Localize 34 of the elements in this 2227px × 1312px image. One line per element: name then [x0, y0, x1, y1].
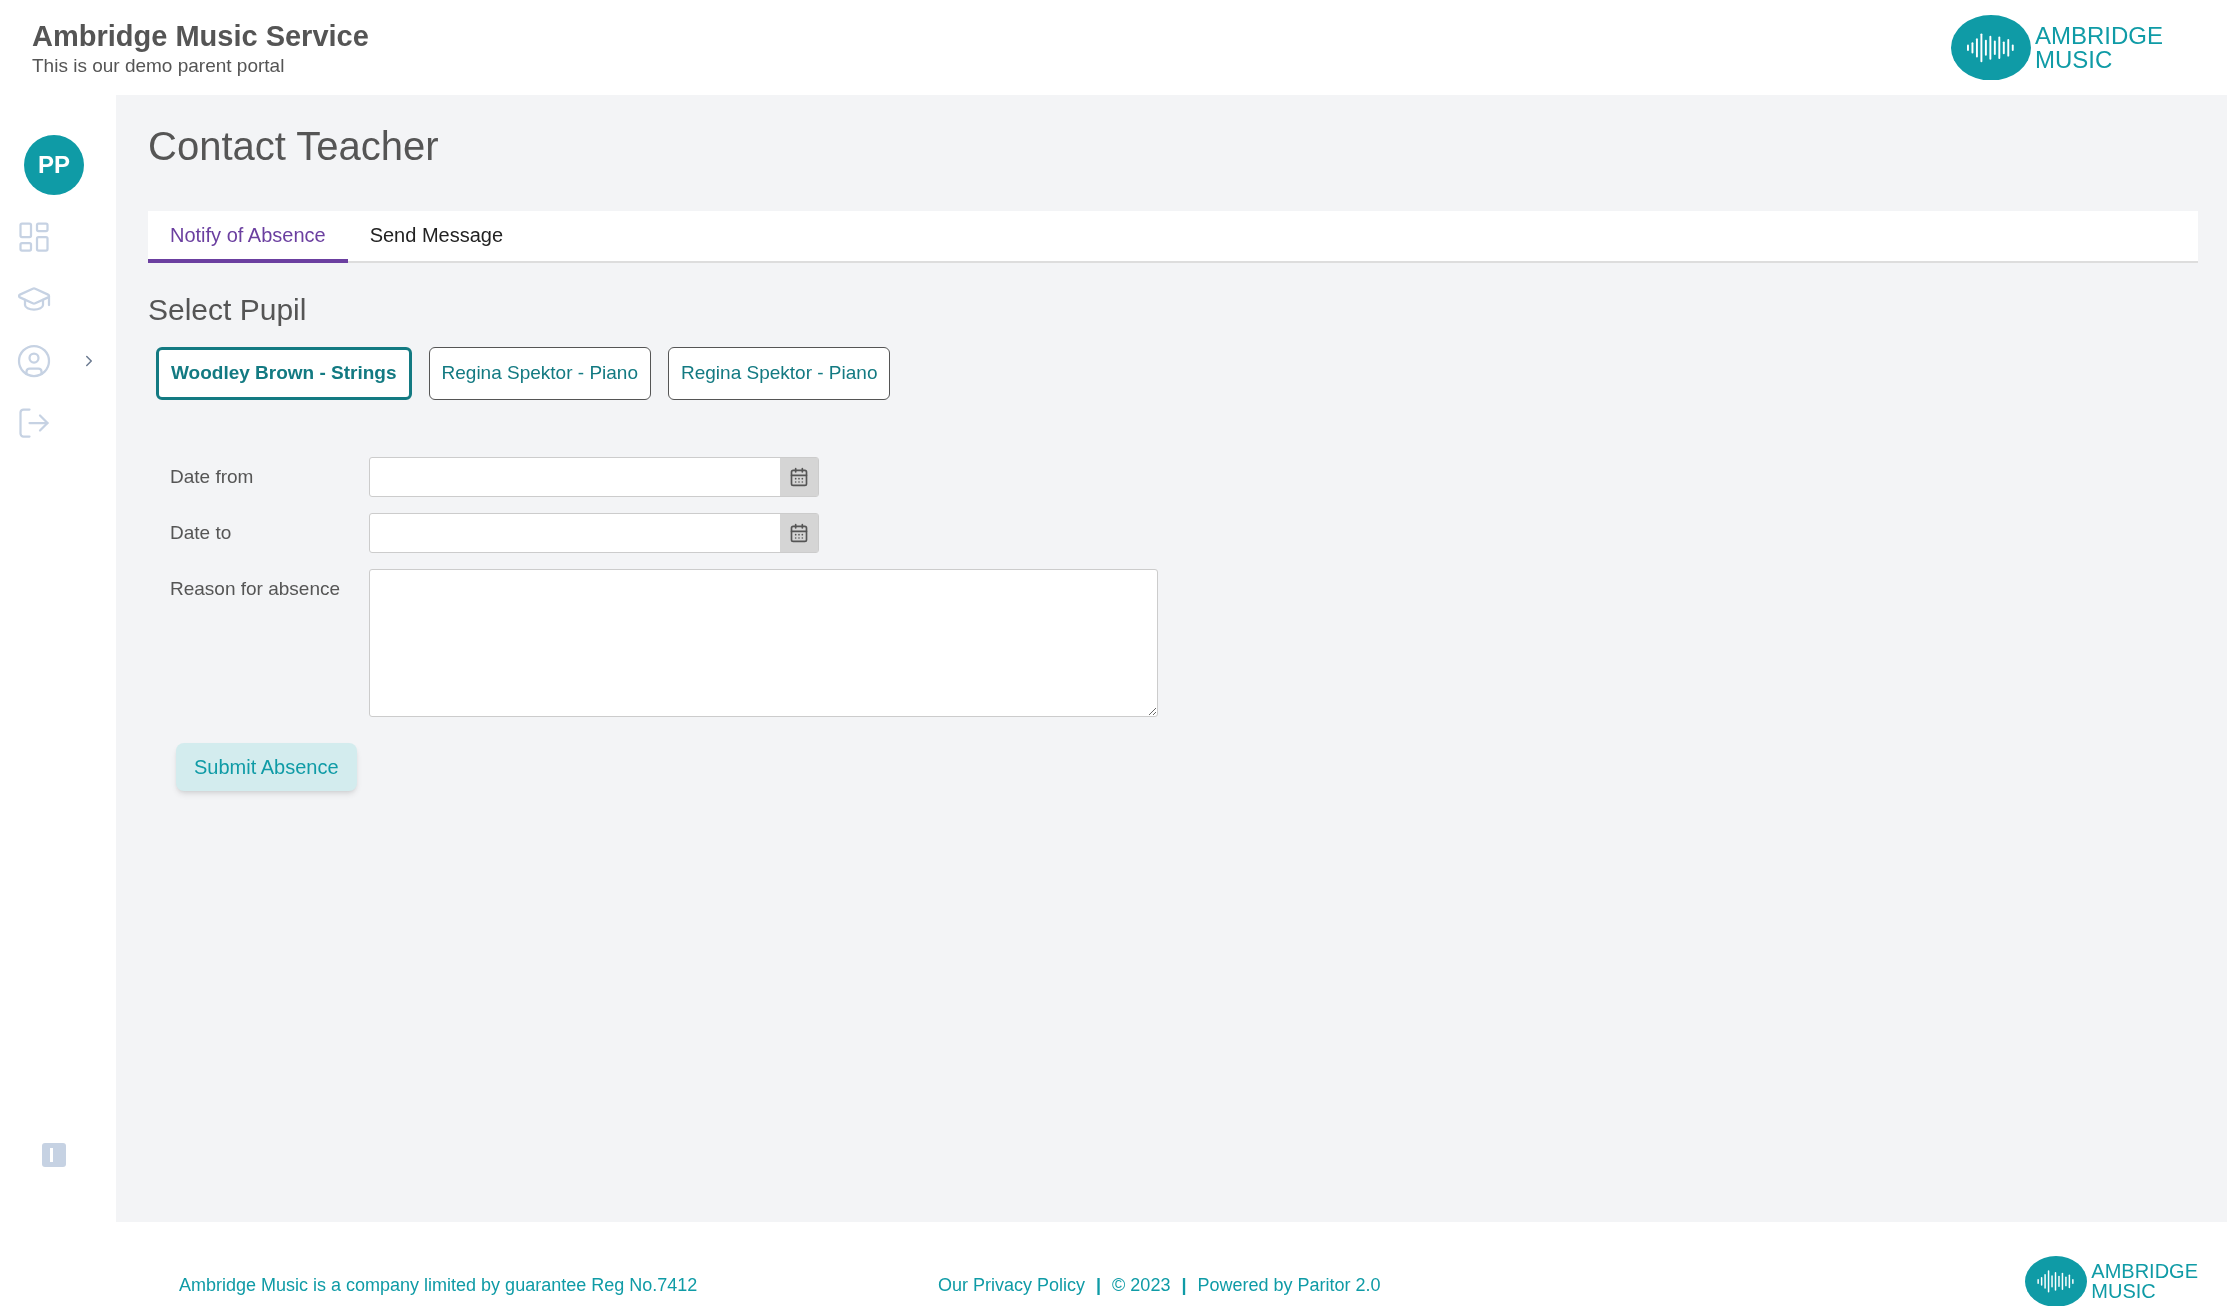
separator-text: | — [1096, 1273, 1102, 1297]
dashboard-icon[interactable] — [16, 219, 52, 255]
pupil-button[interactable]: Woodley Brown - Strings — [156, 347, 412, 400]
user-icon[interactable] — [16, 343, 52, 379]
tab[interactable]: Notify of Absence — [148, 211, 348, 263]
pupil-button[interactable]: Regina Spektor - Piano — [428, 347, 651, 400]
footer-text: Powered by Paritor 2.0 — [1197, 1273, 1381, 1297]
privacy-link[interactable]: Our Privacy Policy — [938, 1271, 1086, 1299]
reason-textarea[interactable] — [369, 569, 1158, 717]
logo-text: AMBRIDGE — [2091, 1261, 2198, 1281]
company-info: Ambridge Music is a company limited by guarantee Reg No.7412 — [179, 1273, 699, 1297]
field-label: Reason for absence — [170, 577, 342, 601]
logo-text: MUSIC — [2035, 47, 2114, 72]
section-title: Select Pupil — [148, 292, 308, 328]
logo-wave-icon — [1951, 14, 2031, 81]
field-label: Date from — [170, 465, 255, 489]
submit-button[interactable]: Submit Absence — [176, 743, 357, 791]
logo-wave-icon — [2025, 1255, 2088, 1307]
app-subtitle: This is our demo parent portal — [32, 53, 286, 78]
calendar-icon[interactable] — [789, 523, 809, 543]
logo-text: AMBRIDGE — [2035, 23, 2163, 48]
user-avatar[interactable]: PP — [24, 135, 84, 195]
panel-toggle-icon[interactable] — [42, 1143, 66, 1167]
footer-text: © 2023 — [1112, 1273, 1171, 1297]
logo-text: MUSIC — [2091, 1281, 2157, 1301]
field-label: Date to — [170, 521, 233, 545]
pupil-button[interactable]: Regina Spektor - Piano — [668, 347, 891, 400]
separator-text: | — [1181, 1273, 1187, 1297]
calendar-icon[interactable] — [789, 467, 809, 487]
page-title: Contact Teacher — [148, 123, 440, 170]
date-field[interactable] — [369, 457, 819, 497]
tab[interactable]: Send Message — [347, 211, 526, 263]
app-title: Ambridge Music Service — [32, 18, 369, 54]
date-field[interactable] — [369, 513, 819, 553]
